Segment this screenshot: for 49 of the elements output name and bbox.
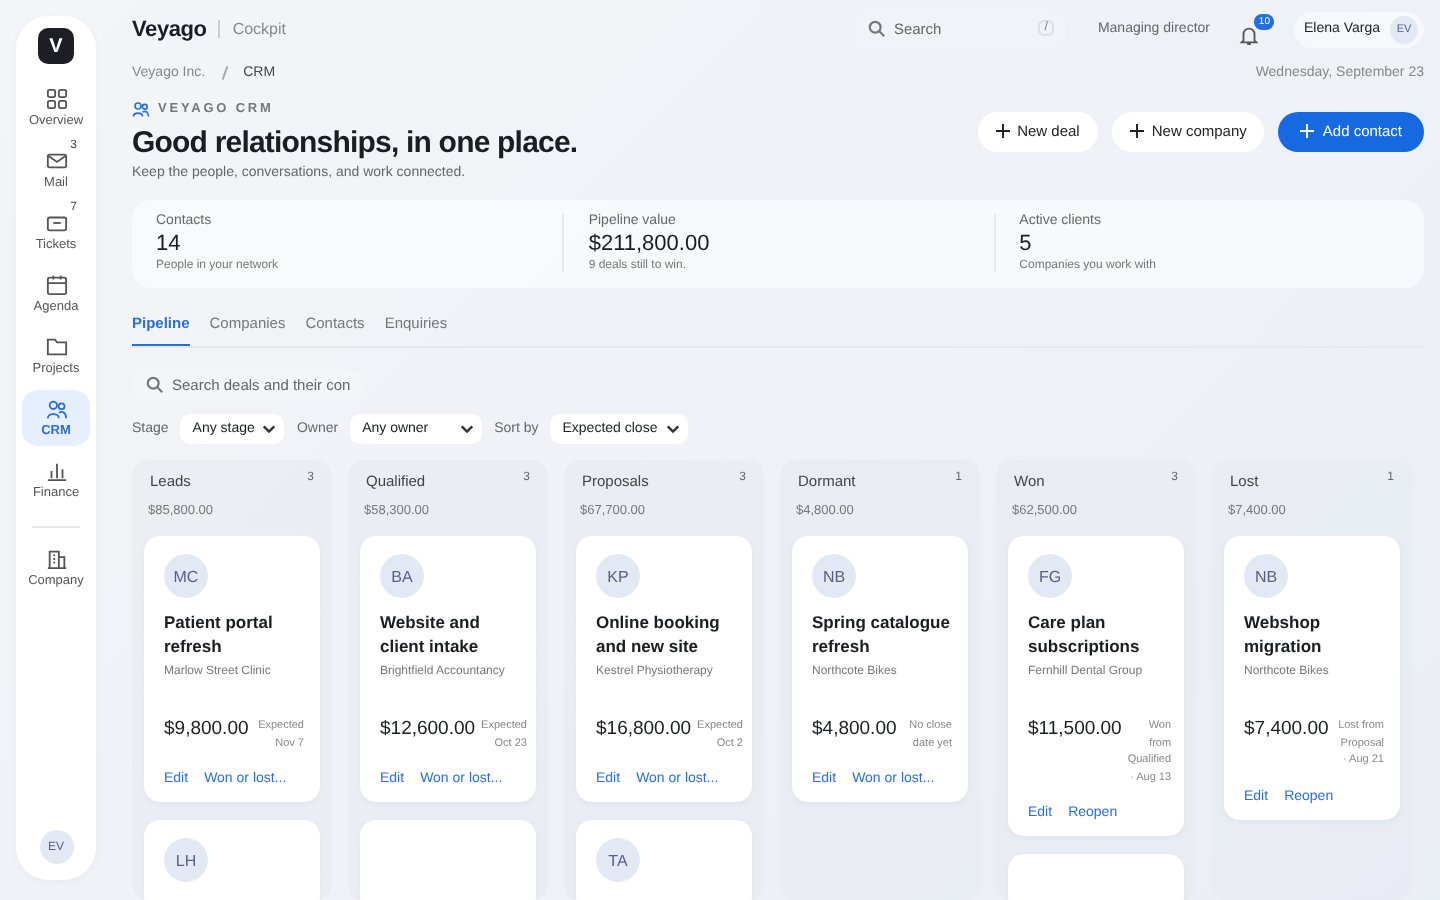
building-icon	[45, 548, 67, 570]
plus-icon	[995, 124, 1010, 138]
company-avatar: BA	[380, 554, 424, 598]
deal-title: Patient portal refresh	[164, 612, 275, 660]
deal-amount: $12,600.00	[380, 718, 476, 741]
search-icon	[867, 20, 886, 39]
plus-icon	[1129, 124, 1144, 138]
page-title: Good relationships, in one place.	[132, 125, 578, 159]
people-icon	[45, 398, 67, 420]
breadcrumb-separator-icon	[220, 65, 228, 79]
ticket-icon	[45, 212, 67, 234]
deal-title: Online booking and new site	[596, 612, 722, 660]
company-avatar: LH	[164, 838, 208, 883]
stat-value: $211,800.00	[588, 231, 712, 255]
deal-title: Spring catalogue refresh	[812, 612, 952, 660]
deal-title: Website and client intake	[380, 612, 482, 660]
chevron-down-icon	[262, 422, 277, 436]
mail-icon	[45, 150, 67, 172]
deal-title: Care plan subscriptions	[1028, 612, 1142, 660]
deal-amount: $11,500.00	[1028, 718, 1122, 741]
company-avatar: TA	[596, 838, 640, 883]
stat-value: 14	[156, 231, 183, 255]
bell-icon	[1237, 23, 1260, 46]
company-avatar: NB	[1244, 554, 1288, 598]
deal-title: Webshop migration	[1244, 612, 1324, 660]
grid-icon	[45, 88, 67, 110]
calendar-icon	[45, 274, 67, 296]
bar-chart-icon	[45, 460, 67, 482]
deal-card[interactable]: TA	[576, 820, 752, 900]
deal-amount: $16,800.00	[596, 718, 692, 741]
section-name: Cockpit	[218, 20, 287, 39]
deal-amount: $4,800.00	[812, 718, 897, 741]
company-avatar: NB	[812, 554, 856, 598]
company-avatar: FG	[1028, 554, 1072, 598]
deal-card[interactable]	[360, 820, 536, 900]
company-avatar: KP	[596, 554, 640, 598]
deal-card[interactable]: LH	[144, 820, 320, 900]
chevron-down-icon	[460, 422, 475, 436]
app-logo[interactable]: V	[38, 28, 74, 64]
chevron-down-icon	[665, 422, 680, 436]
people-icon	[132, 99, 150, 117]
stat-value: 5	[1019, 231, 1034, 255]
search-icon	[146, 376, 164, 395]
brand-name: Veyago	[132, 17, 207, 42]
plus-icon	[1300, 124, 1315, 138]
folder-icon	[45, 336, 67, 358]
deal-amount: $9,800.00	[164, 718, 249, 741]
company-avatar: MC	[164, 554, 208, 598]
deal-amount: $7,400.00	[1244, 718, 1329, 741]
